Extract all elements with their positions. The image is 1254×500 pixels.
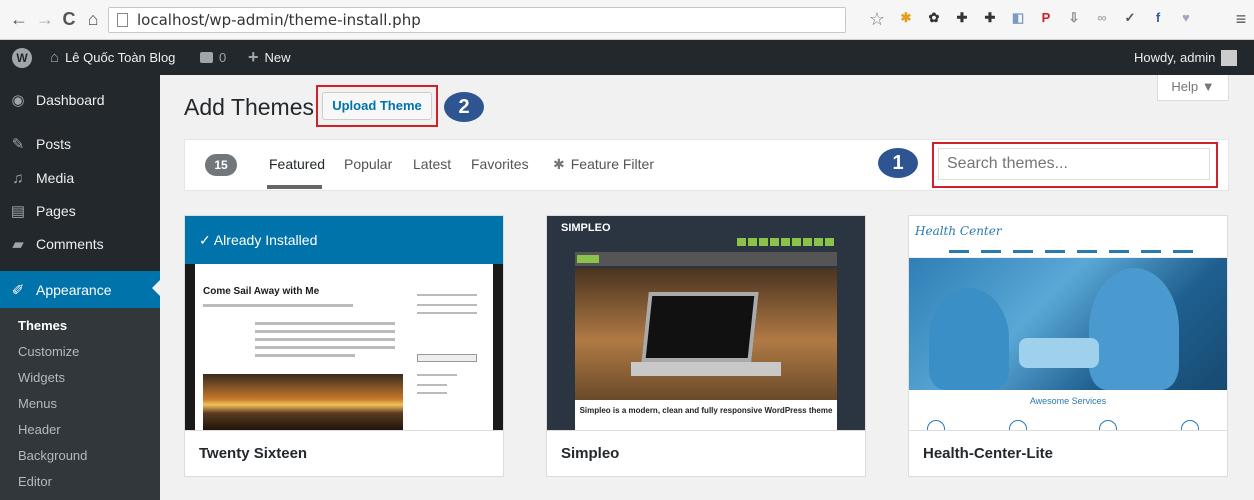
check-icon[interactable]: ✓ xyxy=(1120,8,1140,28)
tab-popular[interactable]: Popular xyxy=(344,156,392,172)
howdy-text: Howdy, admin xyxy=(1134,50,1216,65)
comments-count: 0 xyxy=(219,50,227,65)
comment-bubble-icon xyxy=(200,52,213,63)
active-arrow xyxy=(152,280,160,296)
menu-icon[interactable]: ≡ xyxy=(1230,8,1252,30)
sidebar-item-appearance[interactable]: ✐ Appearance xyxy=(0,271,160,308)
sunset-image xyxy=(203,374,403,430)
sidebar-item-label: Media xyxy=(36,170,75,186)
tab-favorites[interactable]: Favorites xyxy=(471,156,529,172)
step-2-badge: 2 xyxy=(444,92,484,122)
download-icon[interactable]: ⇩ xyxy=(1064,8,1084,28)
page-title: Add Themes xyxy=(184,94,314,120)
submenu-themes[interactable]: Themes xyxy=(18,318,67,333)
submenu-customize[interactable]: Customize xyxy=(18,344,79,359)
new-label: New xyxy=(264,50,291,65)
sidebar-item-pages[interactable]: ▤ Pages xyxy=(0,194,160,228)
theme-card-health-center-lite[interactable]: Health Center Awesome Services Health-Ce… xyxy=(908,215,1228,477)
bookmark-star-icon[interactable]: ☆ xyxy=(866,8,888,30)
my-account-link[interactable]: Howdy, admin xyxy=(1134,40,1238,75)
step-1-badge: 1 xyxy=(878,148,918,178)
pinterest-icon[interactable]: P xyxy=(1036,8,1056,28)
sidebar-item-posts[interactable]: ✎ Posts xyxy=(0,127,160,161)
plus-icon: + xyxy=(248,47,259,67)
code-icon[interactable]: ◧ xyxy=(1008,8,1028,28)
theme-count-badge: 15 xyxy=(205,154,237,176)
preview-logo: SIMPLEO xyxy=(561,222,611,234)
avatar xyxy=(1221,49,1238,66)
sidebar-item-dashboard[interactable]: ◉ Dashboard xyxy=(0,83,160,117)
surgery-photo xyxy=(909,258,1227,390)
theme-card-simpleo[interactable]: SIMPLEO Simpleo is a modern, clean and f… xyxy=(546,215,866,477)
comments-link[interactable]: 0 xyxy=(200,40,226,75)
back-arrow-icon[interactable]: ← xyxy=(8,8,30,30)
submenu-widgets[interactable]: Widgets xyxy=(18,370,65,385)
preview-post-title: Come Sail Away with Me xyxy=(203,286,320,297)
gear-icon: ✱ xyxy=(553,156,565,172)
theme-screenshot: Health Center Awesome Services xyxy=(909,216,1227,430)
comment-icon: ▰ xyxy=(12,236,24,253)
dashboard-icon: ◉ xyxy=(11,92,25,109)
sidebar-item-comments[interactable]: ▰ Comments xyxy=(0,227,160,261)
url-text: localhost/wp-admin/theme-install.php xyxy=(137,11,421,29)
theme-screenshot: SIMPLEO Simpleo is a modern, clean and f… xyxy=(547,216,865,430)
upload-highlight-box xyxy=(316,85,438,127)
submenu-editor[interactable]: Editor xyxy=(18,474,52,489)
submenu-header[interactable]: Header xyxy=(18,422,61,437)
preview-logo: Health Center xyxy=(915,224,1002,238)
help-tab[interactable]: Help ▼ xyxy=(1157,75,1229,101)
puzzle-icon[interactable]: ✚ xyxy=(980,8,1000,28)
sidebar-item-label: Posts xyxy=(36,136,72,152)
media-icon: ♫ xyxy=(12,169,24,187)
preview-services-heading: Awesome Services xyxy=(909,390,1227,430)
brush-icon: ✐ xyxy=(11,281,25,299)
pages-icon: ▤ xyxy=(10,203,26,220)
puzzle-icon[interactable]: ✚ xyxy=(952,8,972,28)
search-highlight-box xyxy=(932,142,1218,188)
house-icon: ⌂ xyxy=(50,49,60,66)
submenu-background[interactable]: Background xyxy=(18,448,87,463)
sidebar-item-label: Dashboard xyxy=(36,92,105,108)
current-tab-underline xyxy=(267,185,322,189)
facebook-icon[interactable]: f xyxy=(1148,8,1168,28)
wp-admin-bar: W ⌂ Lê Quốc Toàn Blog 0 + New Howdy, adm… xyxy=(0,40,1254,75)
gear-icon[interactable]: ✿ xyxy=(924,8,944,28)
already-installed-banner: ✓ Already Installed xyxy=(185,216,503,264)
heart-icon[interactable]: ♥ xyxy=(1176,8,1196,28)
theme-name: Simpleo xyxy=(547,430,865,476)
pin-icon: ✎ xyxy=(11,136,25,153)
sidebar-item-media[interactable]: ♫ Media xyxy=(0,161,160,195)
tab-latest[interactable]: Latest xyxy=(413,156,451,172)
wp-logo-icon[interactable]: W xyxy=(12,40,32,75)
theme-screenshot: ✓ Already Installed Come Sail Away with … xyxy=(185,216,503,430)
reload-icon[interactable]: C xyxy=(58,8,80,30)
theme-card-twenty-sixteen[interactable]: ✓ Already Installed Come Sail Away with … xyxy=(184,215,504,477)
sidebar-item-label: Appearance xyxy=(36,281,112,298)
home-icon[interactable]: ⌂ xyxy=(82,8,104,30)
forward-arrow-icon[interactable]: → xyxy=(34,8,56,30)
theme-name: Health-Center-Lite xyxy=(909,430,1227,476)
preview-tagline: Simpleo is a modern, clean and fully res… xyxy=(575,400,837,430)
glasses-icon[interactable]: ∞ xyxy=(1092,8,1112,28)
new-content-link[interactable]: + New xyxy=(248,40,291,75)
theme-name: Twenty Sixteen xyxy=(185,430,503,476)
laptop-image xyxy=(575,268,837,400)
browser-toolbar: ← → C ⌂ localhost/wp-admin/theme-install… xyxy=(0,0,1254,40)
feature-filter-link[interactable]: ✱ Feature Filter xyxy=(553,156,654,173)
submenu-menus[interactable]: Menus xyxy=(18,396,57,411)
tab-featured[interactable]: Featured xyxy=(269,156,325,172)
appearance-submenu: Themes Customize Widgets Menus Header Ba… xyxy=(0,308,160,500)
admin-sidebar: ◉ Dashboard ✎ Posts ♫ Media ▤ Pages ▰ Co… xyxy=(0,75,160,500)
feature-filter-label: Feature Filter xyxy=(570,156,654,172)
sidebar-item-label: Pages xyxy=(36,203,76,219)
site-name-link[interactable]: ⌂ Lê Quốc Toàn Blog xyxy=(50,40,175,75)
address-bar[interactable]: localhost/wp-admin/theme-install.php xyxy=(108,7,846,33)
site-name: Lê Quốc Toàn Blog xyxy=(65,50,176,65)
page-icon xyxy=(117,13,128,27)
sidebar-item-label: Comments xyxy=(36,236,104,252)
extension-icons: ✱ ✿ ✚ ✚ ◧ P ⇩ ∞ ✓ f ♥ xyxy=(896,8,1196,32)
bug-icon[interactable]: ✱ xyxy=(896,8,916,28)
